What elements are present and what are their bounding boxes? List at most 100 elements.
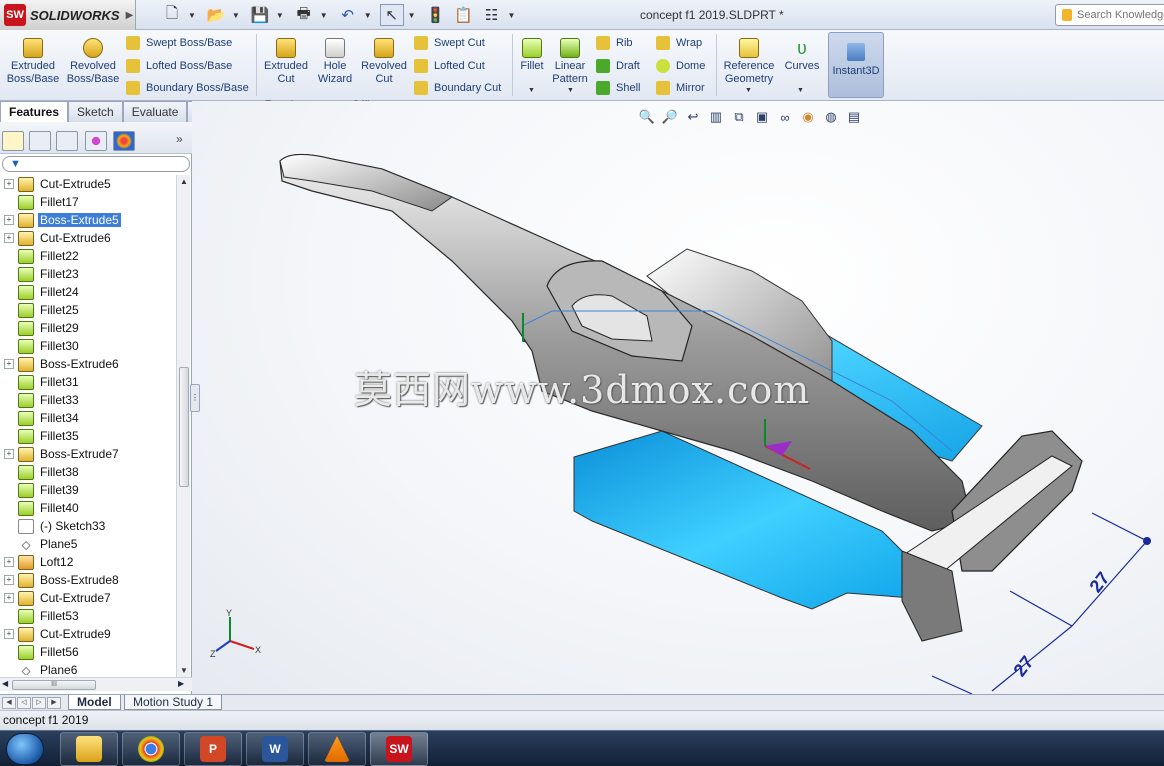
- search-input[interactable]: [1077, 9, 1164, 21]
- options-icon[interactable]: ☷: [480, 4, 504, 26]
- tab-features[interactable]: Features: [0, 101, 69, 122]
- tab-model[interactable]: Model: [68, 695, 121, 710]
- graphics-area[interactable]: 🔍 🔎 ↩ ▥ ⧉ ▣ ∞ ◉ ◍ ▤ 27 27 莫西网www.3dmox.c…: [192, 101, 1164, 694]
- linear-pattern-button[interactable]: Linear Pattern: [548, 38, 592, 86]
- lofted-boss-button[interactable]: Lofted Boss/Base: [126, 56, 232, 76]
- select-dropdown-icon[interactable]: ▼: [408, 11, 416, 20]
- boundary-boss-button[interactable]: Boundary Boss/Base: [126, 78, 249, 98]
- taskbar-explorer[interactable]: [60, 732, 118, 766]
- instant3d-button[interactable]: Instant3D: [828, 32, 884, 98]
- expand-icon[interactable]: +: [4, 179, 14, 189]
- file-properties-icon[interactable]: 📋: [452, 4, 476, 26]
- expand-panel-icon[interactable]: »: [176, 132, 183, 146]
- undo-dropdown-icon[interactable]: ▼: [364, 11, 372, 20]
- rebuild-icon[interactable]: 🚦: [424, 4, 448, 26]
- expand-icon[interactable]: +: [4, 359, 14, 369]
- expand-icon[interactable]: +: [4, 575, 14, 585]
- last-tab-icon[interactable]: ▶: [47, 697, 61, 709]
- tree-item[interactable]: Fillet22: [0, 247, 176, 265]
- fillet-dropdown-icon[interactable]: ▼: [528, 87, 535, 94]
- extruded-boss-button[interactable]: Extruded Boss/Base: [6, 38, 60, 86]
- revolved-cut-button[interactable]: Revolved Cut: [357, 38, 411, 86]
- tree-item[interactable]: Fillet23: [0, 265, 176, 283]
- tree-item[interactable]: Fillet24: [0, 283, 176, 301]
- tree-item[interactable]: Fillet17: [0, 193, 176, 211]
- property-manager-tab-icon[interactable]: [29, 131, 51, 151]
- scroll-up-icon[interactable]: ▲: [180, 177, 188, 186]
- tree-item[interactable]: + Boss-Extrude7: [0, 445, 176, 463]
- tab-motion-study[interactable]: Motion Study 1: [124, 695, 223, 710]
- print-dropdown-icon[interactable]: ▼: [320, 11, 328, 20]
- linear-pattern-dropdown-icon[interactable]: ▼: [567, 87, 574, 94]
- scroll-right-icon[interactable]: ▶: [178, 679, 184, 688]
- tree-item[interactable]: Fillet35: [0, 427, 176, 445]
- draft-button[interactable]: Draft: [596, 56, 640, 76]
- hole-wizard-button[interactable]: Hole Wizard: [308, 38, 362, 86]
- tree-item[interactable]: + Cut-Extrude5: [0, 175, 176, 193]
- mirror-button[interactable]: Mirror: [656, 78, 705, 98]
- scroll-down-icon[interactable]: ▼: [180, 666, 188, 675]
- panel-collapse-handle[interactable]: ⋮: [190, 384, 200, 412]
- prev-tab-icon[interactable]: ◁: [17, 697, 31, 709]
- lofted-cut-button[interactable]: Lofted Cut: [414, 56, 485, 76]
- tab-evaluate[interactable]: Evaluate: [122, 101, 188, 122]
- tree-item[interactable]: + Cut-Extrude6: [0, 229, 176, 247]
- curves-dropdown-icon[interactable]: ▼: [797, 87, 804, 94]
- print-icon[interactable]: 🖶: [292, 4, 316, 26]
- swept-cut-button[interactable]: Swept Cut: [414, 33, 485, 53]
- display-manager-tab-icon[interactable]: [113, 131, 135, 151]
- configuration-manager-tab-icon[interactable]: [56, 131, 78, 151]
- knowledge-search[interactable]: [1055, 4, 1164, 26]
- new-icon[interactable]: 🗋: [160, 4, 184, 26]
- scroll-thumb[interactable]: [179, 367, 189, 487]
- reference-triad-icon[interactable]: Y X Z: [208, 609, 268, 659]
- expand-icon[interactable]: +: [4, 557, 14, 567]
- tree-item[interactable]: Fillet30: [0, 337, 176, 355]
- tree-item[interactable]: Fillet56: [0, 643, 176, 661]
- revolved-boss-button[interactable]: Revolved Boss/Base: [66, 38, 120, 86]
- next-tab-icon[interactable]: ▷: [32, 697, 46, 709]
- taskbar-solidworks[interactable]: SW: [370, 732, 428, 766]
- expand-icon[interactable]: +: [4, 449, 14, 459]
- swept-boss-button[interactable]: Swept Boss/Base: [126, 33, 232, 53]
- expand-icon[interactable]: +: [4, 233, 14, 243]
- select-icon[interactable]: ↖: [379, 4, 404, 26]
- dimension-value[interactable]: 27: [1010, 652, 1038, 680]
- tree-item[interactable]: + Boss-Extrude5: [0, 211, 176, 229]
- undo-icon[interactable]: ↶: [336, 4, 360, 26]
- taskbar-word[interactable]: W: [246, 732, 304, 766]
- expand-icon[interactable]: +: [4, 629, 14, 639]
- fillet-button[interactable]: Fillet: [512, 38, 552, 73]
- tab-sketch[interactable]: Sketch: [68, 101, 123, 122]
- extruded-cut-button[interactable]: Extruded Cut: [259, 38, 313, 86]
- hscroll-thumb[interactable]: III: [12, 680, 96, 690]
- feature-manager-tab-icon[interactable]: [2, 131, 24, 151]
- curves-button[interactable]: ʋ Curves: [780, 38, 824, 73]
- new-dropdown-icon[interactable]: ▼: [188, 11, 196, 20]
- tree-item[interactable]: Fillet33: [0, 391, 176, 409]
- wrap-button[interactable]: Wrap: [656, 33, 702, 53]
- dimxpert-manager-tab-icon[interactable]: [85, 131, 107, 151]
- reference-geometry-button[interactable]: Reference Geometry: [720, 38, 778, 86]
- tree-vertical-scrollbar[interactable]: ▲ ▼: [176, 175, 190, 677]
- dimension-value[interactable]: 27: [1086, 568, 1114, 596]
- tree-item[interactable]: Fillet31: [0, 373, 176, 391]
- first-tab-icon[interactable]: ◀: [2, 697, 16, 709]
- open-dropdown-icon[interactable]: ▼: [232, 11, 240, 20]
- save-dropdown-icon[interactable]: ▼: [276, 11, 284, 20]
- dome-button[interactable]: Dome: [656, 56, 705, 76]
- expand-icon[interactable]: +: [4, 593, 14, 603]
- taskbar-vlc[interactable]: [308, 732, 366, 766]
- taskbar-chrome[interactable]: [122, 732, 180, 766]
- tree-item[interactable]: + Loft12: [0, 553, 176, 571]
- save-icon[interactable]: 💾: [248, 4, 272, 26]
- rib-button[interactable]: Rib: [596, 33, 633, 53]
- tree-horizontal-scrollbar[interactable]: ◀ III ▶: [0, 677, 192, 691]
- scroll-left-icon[interactable]: ◀: [2, 679, 8, 688]
- reference-geometry-dropdown-icon[interactable]: ▼: [745, 87, 752, 94]
- boundary-cut-button[interactable]: Boundary Cut: [414, 78, 501, 98]
- tree-item[interactable]: Fillet38: [0, 463, 176, 481]
- tree-item[interactable]: + Cut-Extrude9: [0, 625, 176, 643]
- tree-item[interactable]: (-) Sketch33: [0, 517, 176, 535]
- tree-item[interactable]: Fillet40: [0, 499, 176, 517]
